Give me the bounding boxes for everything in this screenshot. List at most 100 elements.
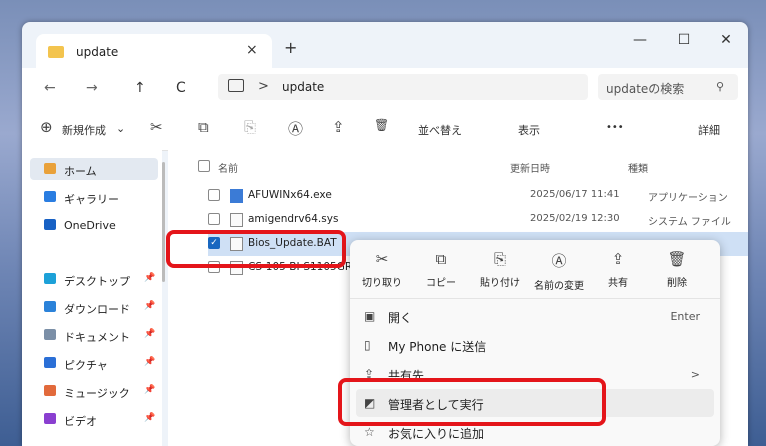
sort-button[interactable]: 並べ替え xyxy=(418,122,462,138)
row-checkbox[interactable] xyxy=(208,213,220,225)
minimize-button[interactable]: — xyxy=(626,32,654,48)
sidebar-item-6[interactable]: ピクチャ 📌 xyxy=(30,352,158,374)
ctx-item-0[interactable]: ▣ 開く Enter xyxy=(356,302,714,330)
file-date: 2025/06/17 11:41 xyxy=(530,189,620,200)
sidebar-item-label: デスクトップ xyxy=(64,275,130,288)
search-placeholder: updateの検索 xyxy=(606,82,685,96)
pc-icon xyxy=(228,79,244,92)
sidebar-item-label: ダウンロード xyxy=(64,303,130,316)
sidebar-item-2[interactable]: OneDrive xyxy=(30,214,158,236)
tab-title: update xyxy=(76,45,119,59)
row-checkbox[interactable] xyxy=(208,189,220,201)
sidebar-item-4[interactable]: ダウンロード 📌 xyxy=(30,296,158,318)
more-button[interactable]: ••• xyxy=(606,122,624,133)
sidebar-item-icon xyxy=(44,163,56,174)
ctx-quick-2[interactable]: ⎘ 貼り付け xyxy=(474,250,526,289)
file-type: システム ファイル xyxy=(648,217,731,228)
column-modified[interactable]: 更新日時 xyxy=(510,160,550,175)
new-button[interactable]: 新規作成 xyxy=(62,122,106,138)
file-date: 2025/02/19 12:30 xyxy=(530,213,620,224)
sidebar-scrollbar[interactable] xyxy=(162,162,165,282)
cut-icon[interactable]: ✂ xyxy=(150,118,163,136)
ctx-item-1[interactable]: ▯ My Phone に送信 xyxy=(356,331,714,359)
chevron-right-icon: > xyxy=(258,79,269,94)
ctx-item-shortcut: > xyxy=(690,368,700,381)
sidebar-item-1[interactable]: ギャラリー xyxy=(30,186,158,208)
sidebar-item-label: ギャラリー xyxy=(64,193,119,206)
new-tab-button[interactable]: + xyxy=(284,38,297,57)
paste-icon[interactable]: ⎘ xyxy=(244,118,256,136)
sidebar-item-5[interactable]: ドキュメント 📌 xyxy=(30,324,158,346)
pin-icon: 📌 xyxy=(144,385,156,395)
ctx-item-label: お気に入りに追加 xyxy=(388,427,485,441)
new-icon: ⊕ xyxy=(40,118,53,136)
file-name: amigendrv64.sys xyxy=(248,213,339,225)
ctx-quick-icon: ⇪ xyxy=(611,250,625,268)
ctx-item-icon: ▯ xyxy=(364,338,371,352)
ctx-quick-5[interactable]: 🗑 削除 xyxy=(651,250,703,289)
pin-icon: 📌 xyxy=(144,329,156,339)
up-button[interactable]: ↑ xyxy=(134,80,146,96)
maximize-button[interactable]: ☐ xyxy=(670,32,698,48)
pin-icon: 📌 xyxy=(144,273,156,283)
close-button[interactable]: ✕ xyxy=(712,32,740,48)
copy-icon[interactable]: ⧉ xyxy=(198,118,209,136)
ctx-item-label: My Phone に送信 xyxy=(388,340,487,354)
table-row[interactable]: amigendrv64.sys 2025/02/19 12:30 システム ファイル xyxy=(208,208,748,232)
sidebar-item-icon xyxy=(44,191,56,202)
breadcrumb-update[interactable]: update xyxy=(282,80,324,94)
ctx-item-icon: ▣ xyxy=(364,309,376,323)
ctx-quick-label: 削除 xyxy=(667,278,687,289)
file-icon xyxy=(230,213,243,227)
close-tab-icon[interactable]: × xyxy=(246,42,258,58)
table-row[interactable]: AFUWINx64.exe 2025/06/17 11:41 アプリケーション xyxy=(208,184,748,208)
ctx-quick-icon: ⧉ xyxy=(435,250,447,268)
ctx-item-icon: ☆ xyxy=(364,425,375,439)
sidebar-item-8[interactable]: ビデオ 📌 xyxy=(30,408,158,430)
sidebar-item-icon xyxy=(44,273,56,284)
sidebar-item-3[interactable]: デスクトップ 📌 xyxy=(30,268,158,290)
back-button[interactable]: ← xyxy=(44,80,56,96)
sidebar-item-0[interactable]: ホーム xyxy=(30,158,158,180)
search-input[interactable]: updateの検索 ⚲ xyxy=(598,74,738,100)
address-row: ← → ↑ C > update updateの検索 ⚲ xyxy=(22,68,748,108)
ctx-quick-3[interactable]: Ⓐ 名前の変更 xyxy=(533,250,585,292)
ctx-quick-label: 切り取り xyxy=(362,278,402,289)
ctx-quick-1[interactable]: ⧉ コピー xyxy=(415,250,467,289)
sidebar-item-icon xyxy=(44,301,56,312)
delete-icon[interactable]: 🗑 xyxy=(374,118,389,132)
sidebar-item-label: ドキュメント xyxy=(64,331,130,344)
details-button[interactable]: 詳細 xyxy=(698,122,720,138)
pin-icon: 📌 xyxy=(144,301,156,311)
refresh-button[interactable]: C xyxy=(176,80,186,96)
ctx-quick-icon: 🗑 xyxy=(667,250,687,268)
column-type[interactable]: 種類 xyxy=(628,160,648,175)
ctx-item-label: 開く xyxy=(388,311,413,325)
ctx-quick-label: コピー xyxy=(426,278,456,289)
column-name[interactable]: 名前 xyxy=(218,160,238,175)
ctx-quick-icon: ✂ xyxy=(375,250,389,268)
view-button[interactable]: 表示 xyxy=(518,122,540,138)
file-name: AFUWINx64.exe xyxy=(248,189,332,201)
ctx-item-shortcut: Enter xyxy=(670,310,700,323)
sidebar: ホームギャラリー OneDrive デスクトップ 📌 ダウンロード 📌 ドキュメント 📌 ピクチ… xyxy=(22,150,162,446)
command-bar: ⊕ 新規作成 ⌄ ✂ ⧉ ⎘ Ⓐ ⇪ 🗑 並べ替え 表示 ••• 詳細 xyxy=(22,108,748,151)
tab-update[interactable]: update × xyxy=(36,34,272,68)
sidebar-item-icon xyxy=(44,329,56,340)
share-icon[interactable]: ⇪ xyxy=(332,118,345,136)
rename-icon[interactable]: Ⓐ xyxy=(288,118,303,139)
ctx-quick-0[interactable]: ✂ 切り取り xyxy=(356,250,408,289)
chevron-down-icon: ⌄ xyxy=(116,122,126,135)
search-icon: ⚲ xyxy=(716,80,725,93)
address-bar[interactable]: > update xyxy=(218,74,588,100)
select-all-checkbox[interactable] xyxy=(198,160,210,172)
sidebar-item-7[interactable]: ミュージック 📌 xyxy=(30,380,158,402)
forward-button[interactable]: → xyxy=(86,80,98,96)
menu-divider xyxy=(350,298,720,299)
sidebar-item-label: ビデオ xyxy=(64,415,97,428)
ctx-quick-label: 名前の変更 xyxy=(534,281,584,292)
ctx-quick-4[interactable]: ⇪ 共有 xyxy=(592,250,644,289)
sidebar-item-label: ホーム xyxy=(64,165,97,178)
sidebar-item-icon xyxy=(44,413,56,424)
folder-icon xyxy=(48,46,64,58)
